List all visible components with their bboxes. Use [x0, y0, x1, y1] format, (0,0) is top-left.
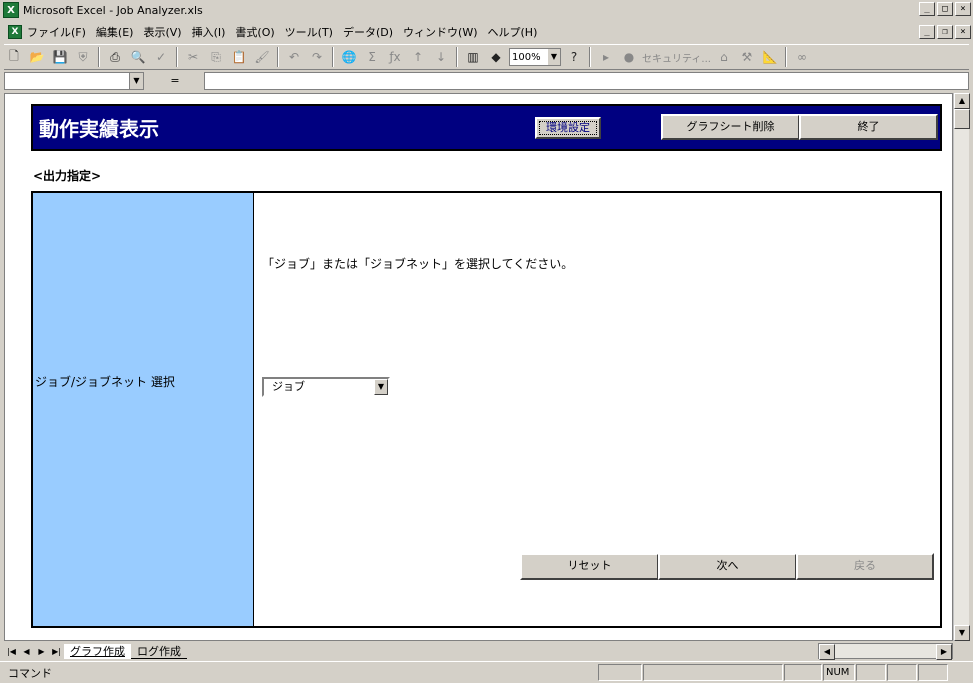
prev-sheet-icon[interactable]: ◀	[19, 645, 34, 659]
name-box[interactable]: ▼	[4, 72, 144, 90]
open-icon[interactable]: 📂	[27, 47, 47, 67]
control-toolbox-icon[interactable]: ⌂	[714, 47, 734, 67]
security-button[interactable]: セキュリティ...	[642, 50, 711, 65]
menu-edit[interactable]: 編集(E)	[91, 24, 139, 40]
standard-toolbar: 🗋 📂 💾 ⛨ ⎙ 🔍 ✓ ✂ ⎘ 📋 🖌 ↶ ↷ 🌐 Σ ƒx ↑ ↓ ▥ ◆…	[4, 44, 969, 70]
title-bar: X Microsoft Excel - Job Analyzer.xls _ □…	[0, 0, 973, 20]
next-sheet-icon[interactable]: ▶	[34, 645, 49, 659]
window-title: Microsoft Excel - Job Analyzer.xls	[23, 3, 203, 17]
format-painter-icon[interactable]: 🖌	[252, 47, 272, 67]
function-icon[interactable]: ƒx	[385, 47, 405, 67]
record-macro-icon[interactable]: ●	[619, 47, 639, 67]
job-type-select[interactable]: ジョブ ▼	[262, 377, 390, 397]
help-icon[interactable]: ?	[564, 47, 584, 67]
tab-graph-creation[interactable]: グラフ作成	[64, 644, 131, 659]
visual-basic-icon[interactable]: ⚒	[737, 47, 757, 67]
menu-data[interactable]: データ(D)	[338, 24, 398, 40]
left-panel: ジョブ/ジョブネット 選択	[33, 193, 254, 626]
page-title: 動作実績表示	[39, 117, 159, 141]
header-band: 動作実績表示 環境設定 グラフシート削除 終了	[31, 104, 942, 151]
menu-insert[interactable]: 挿入(I)	[187, 24, 231, 40]
status-bar: コマンド NUM	[0, 661, 973, 683]
print-icon[interactable]: ⎙	[105, 47, 125, 67]
menu-format[interactable]: 書式(O)	[230, 24, 279, 40]
design-mode-icon[interactable]: 📐	[760, 47, 780, 67]
scroll-up-icon[interactable]: ▲	[954, 93, 970, 109]
equals-sign[interactable]: =	[146, 72, 204, 90]
menu-help[interactable]: ヘルプ(H)	[483, 24, 543, 40]
new-icon[interactable]: 🗋	[4, 47, 24, 67]
job-type-value: ジョブ	[272, 380, 305, 393]
excel-icon[interactable]: X	[3, 2, 19, 18]
chevron-down-icon: ▼	[548, 49, 560, 65]
spelling-icon[interactable]: ✓	[151, 47, 171, 67]
copy-icon[interactable]: ⎘	[206, 47, 226, 67]
hyperlink-icon[interactable]: 🌐	[339, 47, 359, 67]
doc-restore-button[interactable]: ❐	[937, 25, 953, 39]
sort-descending-icon[interactable]: ↓	[431, 47, 451, 67]
autosum-icon[interactable]: Σ	[362, 47, 382, 67]
next-button[interactable]: 次へ	[658, 553, 797, 580]
last-sheet-icon[interactable]: ▶|	[49, 645, 64, 659]
tab-log-creation[interactable]: ログ作成	[131, 644, 187, 659]
reset-button[interactable]: リセット	[520, 553, 659, 580]
excel-window: X Microsoft Excel - Job Analyzer.xls _ □…	[0, 0, 973, 683]
chevron-down-icon: ▼	[129, 73, 143, 89]
form-frame: ジョブ/ジョブネット 選択 「ジョブ」または「ジョブネット」を選択してください。…	[31, 191, 942, 628]
chevron-down-icon: ▼	[374, 379, 388, 395]
zoom-value: 100%	[512, 51, 541, 63]
menu-window[interactable]: ウィンドウ(W)	[398, 24, 482, 40]
status-mode: コマンド	[8, 666, 52, 680]
close-button[interactable]: ×	[955, 2, 971, 16]
print-preview-icon[interactable]: 🔍	[128, 47, 148, 67]
redo-icon[interactable]: ↷	[307, 47, 327, 67]
menu-view[interactable]: 表示(V)	[138, 24, 186, 40]
formula-bar: ▼ =	[4, 71, 969, 91]
scroll-right-icon[interactable]: ▶	[936, 644, 952, 660]
minimize-button[interactable]: _	[919, 2, 935, 16]
doc-close-button[interactable]: ×	[955, 25, 971, 39]
doc-minimize-button[interactable]: _	[919, 25, 935, 39]
environment-settings-button[interactable]: 環境設定	[535, 117, 601, 139]
save-icon[interactable]: 💾	[50, 47, 70, 67]
horizontal-scrollbar[interactable]: ◀ ▶	[818, 643, 953, 660]
job-selection-label: ジョブ/ジョブネット 選択	[35, 375, 175, 389]
exit-button[interactable]: 終了	[799, 114, 938, 140]
menu-bar: X ファイル(F) 編集(E) 表示(V) 挿入(I) 書式(O) ツール(T)…	[0, 22, 973, 42]
permission-icon[interactable]: ⛨	[73, 47, 93, 67]
output-spec-label: <出力指定>	[33, 169, 102, 183]
maximize-button[interactable]: □	[937, 2, 953, 16]
num-lock-indicator: NUM	[823, 664, 855, 681]
delete-graph-sheet-button[interactable]: グラフシート削除	[661, 114, 800, 140]
first-sheet-icon[interactable]: |◀	[4, 645, 19, 659]
scroll-left-icon[interactable]: ◀	[819, 644, 835, 660]
back-button[interactable]: 戻る	[796, 553, 934, 580]
zoom-select[interactable]: 100% ▼	[509, 48, 561, 66]
instruction-text: 「ジョブ」または「ジョブネット」を選択してください。	[262, 257, 574, 271]
sheet-tabs-bar: |◀ ◀ ▶ ▶| グラフ作成 ログ作成 ◀ ▶	[4, 643, 969, 660]
drawing-icon[interactable]: ◆	[486, 47, 506, 67]
formula-input[interactable]	[204, 72, 969, 90]
paste-icon[interactable]: 📋	[229, 47, 249, 67]
toolbar-options-icon[interactable]: ∞	[792, 47, 812, 67]
scroll-thumb[interactable]	[954, 109, 970, 129]
vertical-scrollbar[interactable]: ▲ ▼	[953, 93, 970, 641]
chart-wizard-icon[interactable]: ▥	[463, 47, 483, 67]
worksheet[interactable]: 動作実績表示 環境設定 グラフシート削除 終了 <出力指定> ジョブ/ジョブネッ…	[4, 93, 953, 641]
scroll-down-icon[interactable]: ▼	[954, 625, 970, 641]
sort-ascending-icon[interactable]: ↑	[408, 47, 428, 67]
undo-icon[interactable]: ↶	[284, 47, 304, 67]
menu-file[interactable]: ファイル(F)	[22, 24, 91, 40]
run-macro-icon[interactable]: ▸	[596, 47, 616, 67]
workbook-icon[interactable]: X	[8, 25, 22, 39]
cut-icon[interactable]: ✂	[183, 47, 203, 67]
menu-tools[interactable]: ツール(T)	[280, 24, 338, 40]
